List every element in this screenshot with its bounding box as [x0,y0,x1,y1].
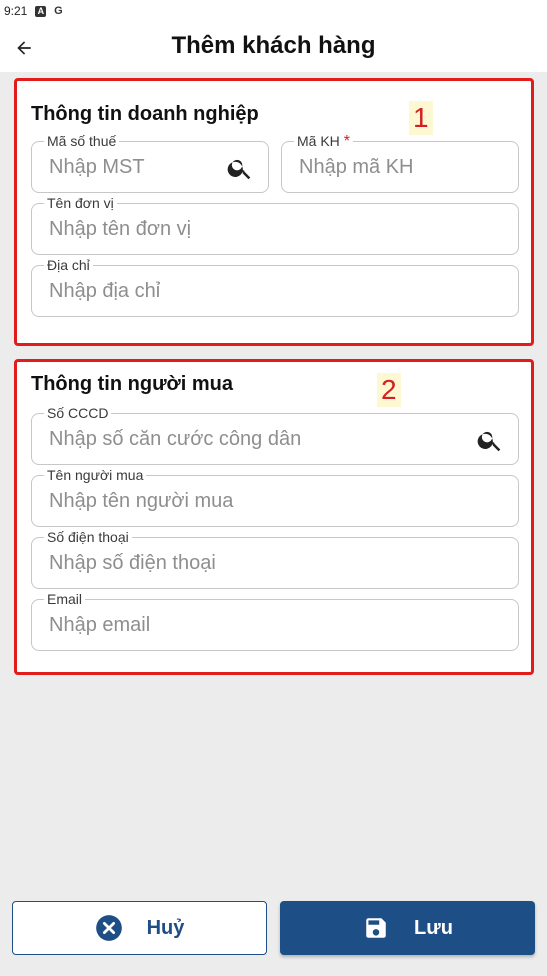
save-button[interactable]: Lưu [280,901,535,955]
a-badge-icon: A [35,5,47,17]
section-title: Thông tin người mua [31,373,234,395]
save-floppy-icon [362,914,390,942]
close-circle-icon [95,914,123,942]
buyer-name-field[interactable]: Tên người mua Nhập tên người mua [31,466,519,527]
field-label: Số điện thoại [44,528,132,546]
cancel-button[interactable]: Huỷ [12,901,267,955]
tax-code-field[interactable]: Mã số thuế Nhập MST [31,132,269,193]
annotation-badge: 1 [409,101,433,135]
field-placeholder: Nhập số điện thoại [49,552,216,574]
address-field[interactable]: Địa chỉ Nhập địa chỉ [31,256,519,317]
save-label: Lưu [414,916,453,939]
field-label: Tên đơn vị [44,194,117,212]
google-icon: G [54,5,63,17]
field-placeholder: Nhập địa chỉ [49,280,161,302]
unit-name-field[interactable]: Tên đơn vị Nhập tên đơn vị [31,194,519,255]
buyer-info-section: Thông tin người mua 2 Số CCCD Nhập số că… [14,359,534,675]
field-label: Mã KH * [294,132,354,151]
required-asterisk: * [343,133,351,150]
field-label: Tên người mua [44,466,147,484]
field-placeholder: Nhập số căn cước công dân [49,428,302,450]
field-label: Email [44,590,86,608]
annotation-badge: 2 [377,373,401,407]
app-bar: Thêm khách hàng [0,22,547,72]
citizen-id-field[interactable]: Số CCCD Nhập số căn cước công dân [31,404,519,465]
section-title: Thông tin doanh nghiệp [31,103,259,125]
field-placeholder: Nhập mã KH [299,156,414,178]
search-icon[interactable] [226,154,254,182]
phone-field[interactable]: Số điện thoại Nhập số điện thoại [31,528,519,589]
cancel-label: Huỷ [146,916,185,939]
field-placeholder: Nhập tên người mua [49,490,234,512]
email-field[interactable]: Email Nhập email [31,590,519,651]
search-icon[interactable] [476,426,504,454]
field-placeholder: Nhập email [49,614,151,636]
field-label: Số CCCD [44,404,112,422]
status-time: 9:21 [4,4,28,18]
page-title: Thêm khách hàng [171,32,376,59]
customer-code-field[interactable]: Mã KH * Nhập mã KH [281,132,519,193]
field-label: Địa chỉ [44,256,93,274]
field-placeholder: Nhập tên đơn vị [49,218,192,240]
field-label: Mã số thuế [44,132,120,150]
business-info-section: Thông tin doanh nghiệp 1 Mã số thuế Nhập… [14,78,534,346]
field-placeholder: Nhập MST [49,156,145,178]
status-bar: 9:21 A G [0,0,547,22]
